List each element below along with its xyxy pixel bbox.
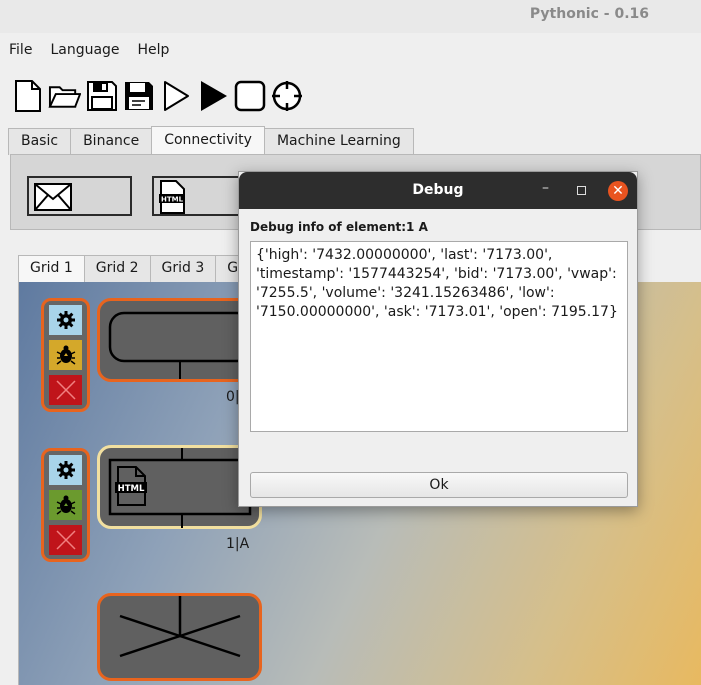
tab-grid-3[interactable]: Grid 3: [149, 255, 217, 282]
window-title: Pythonic - 0.16: [529, 6, 649, 22]
tab-binance[interactable]: Binance: [70, 128, 153, 155]
delete-button[interactable]: [49, 375, 82, 405]
html-file-icon: HTML: [115, 466, 147, 506]
menu-help[interactable]: Help: [129, 38, 179, 64]
maximize-icon[interactable]: [577, 186, 586, 195]
save-as-button[interactable]: [122, 78, 155, 114]
config-button[interactable]: [49, 455, 82, 485]
debug-dialog: Debug – ✕ Debug info of element:1 A {'hi…: [238, 171, 638, 507]
save-icon: [86, 81, 117, 111]
close-icon: [55, 530, 76, 550]
bug-icon: [56, 345, 75, 365]
kill-button[interactable]: [270, 78, 303, 114]
start-icon: [200, 81, 227, 111]
tab-grid-1[interactable]: Grid 1: [18, 255, 85, 282]
new-file-icon: [14, 80, 41, 112]
start-debug-icon: [163, 81, 189, 111]
element-tabs: Basic Binance Connectivity Machine Learn…: [8, 126, 414, 155]
gear-icon: [56, 311, 75, 329]
start-button[interactable]: [196, 78, 229, 114]
rounded-rect-icon: [108, 311, 253, 379]
open-folder-icon: [48, 86, 81, 108]
save-as-icon: [124, 82, 153, 110]
html-file-icon: HTML: [159, 180, 185, 214]
close-button[interactable]: ✕: [608, 181, 628, 201]
grid-tabs: Grid 1 Grid 2 Grid 3 Gr: [18, 255, 256, 282]
config-button[interactable]: [49, 305, 82, 335]
stop-button[interactable]: [233, 78, 266, 114]
element-controls: [41, 298, 90, 412]
minimize-icon[interactable]: –: [542, 180, 549, 196]
element-label: 1|A: [226, 536, 250, 552]
gear-icon: [56, 461, 75, 479]
open-button[interactable]: [48, 78, 81, 114]
email-element-button[interactable]: [27, 176, 132, 216]
tab-grid-2[interactable]: Grid 2: [83, 255, 151, 282]
menu-file[interactable]: File: [0, 38, 41, 64]
grid-element-2[interactable]: [97, 593, 262, 681]
svg-text:HTML: HTML: [118, 484, 145, 494]
menu-language[interactable]: Language: [41, 38, 128, 64]
window-titlebar: Pythonic - 0.16: [0, 0, 701, 33]
save-button[interactable]: [85, 78, 118, 114]
stop-icon: [234, 80, 265, 112]
cross-icon: [119, 596, 241, 658]
kill-icon: [271, 81, 302, 111]
close-icon: [55, 380, 76, 400]
delete-button[interactable]: [49, 525, 82, 555]
email-icon: [34, 183, 72, 211]
debug-toggle-button[interactable]: [49, 340, 82, 370]
debug-output-text[interactable]: {'high': '7432.00000000', 'last': '7173.…: [250, 241, 628, 432]
menu-bar: File Language Help: [0, 38, 178, 64]
tab-connectivity[interactable]: Connectivity: [151, 126, 265, 155]
bug-icon: [56, 495, 75, 515]
toolbar: [11, 78, 303, 114]
start-debug-button[interactable]: [159, 78, 192, 114]
new-file-button[interactable]: [11, 78, 44, 114]
debug-toggle-button[interactable]: [49, 490, 82, 520]
tab-machine-learning[interactable]: Machine Learning: [263, 128, 414, 155]
tab-basic[interactable]: Basic: [8, 128, 72, 155]
element-controls: [41, 448, 90, 562]
html-element-button[interactable]: HTML: [152, 176, 242, 216]
debug-heading: Debug info of element:1 A: [250, 220, 428, 234]
dialog-titlebar[interactable]: Debug – ✕: [239, 172, 637, 209]
svg-text:HTML: HTML: [161, 196, 184, 204]
ok-button[interactable]: Ok: [250, 472, 628, 498]
